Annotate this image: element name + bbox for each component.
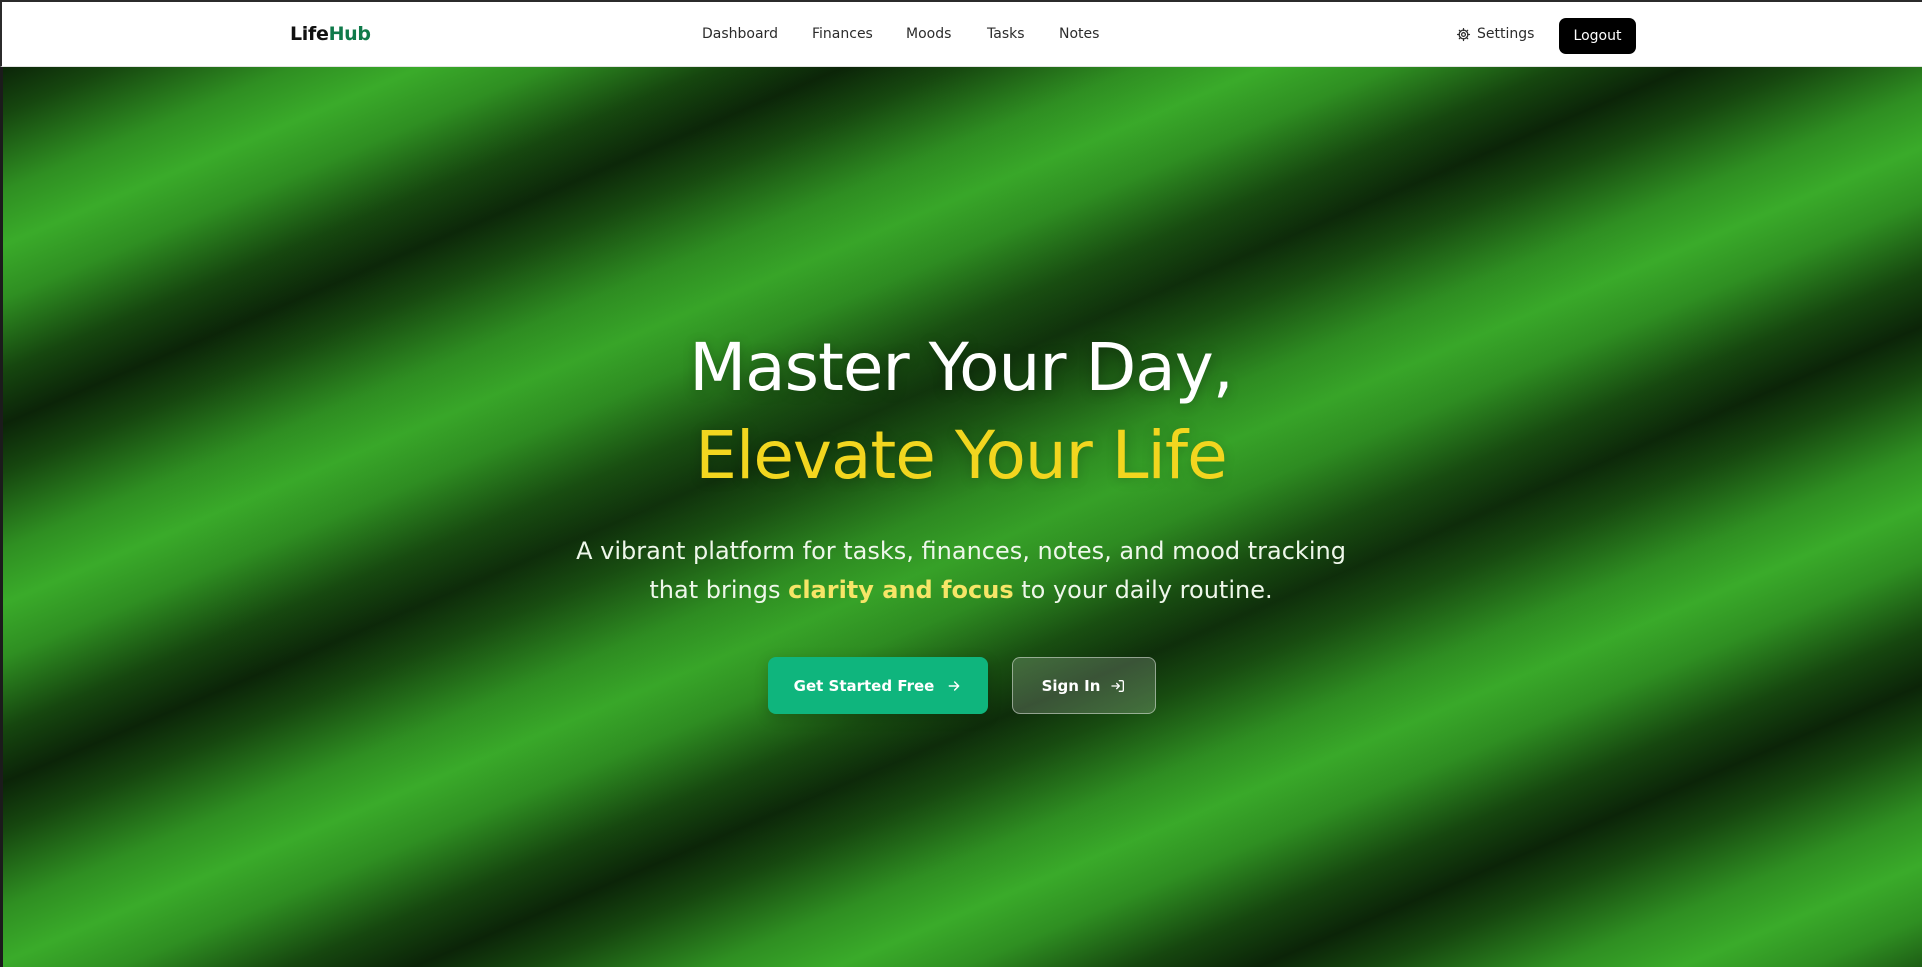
sign-in-button[interactable]: Sign In <box>1012 657 1156 714</box>
nav-link-notes[interactable]: Notes <box>1059 26 1099 42</box>
hero-section: Master Your Day, Elevate Your Life A vib… <box>0 67 1922 967</box>
hero-headline-line2: Elevate Your Life <box>695 417 1227 494</box>
nav-link-dashboard[interactable]: Dashboard <box>702 26 778 42</box>
sign-in-icon <box>1111 679 1125 692</box>
nav-link-moods[interactable]: Moods <box>906 26 951 42</box>
settings-label: Settings <box>1477 26 1535 42</box>
get-started-button[interactable]: Get Started Free <box>768 657 988 714</box>
hero-subtext-end: to your daily routine. <box>1013 576 1273 604</box>
sign-in-label: Sign In <box>1041 676 1101 695</box>
arrow-right-icon <box>948 680 960 691</box>
settings-link[interactable]: Settings <box>1456 26 1534 42</box>
gear-icon <box>1456 27 1471 41</box>
hero-headline: Master Your Day, Elevate Your Life <box>0 324 1922 500</box>
nav-link-tasks[interactable]: Tasks <box>987 26 1025 42</box>
logout-button[interactable]: Logout <box>1559 18 1636 54</box>
nav-link-finances[interactable]: Finances <box>812 26 873 42</box>
hero-headline-line1: Master Your Day, <box>689 329 1234 406</box>
get-started-label: Get Started Free <box>793 676 935 695</box>
hero-subtext-highlight: clarity and focus <box>788 576 1014 604</box>
hero-subtext: A vibrant platform for tasks, finances, … <box>560 532 1362 610</box>
top-navbar: LifeHub Dashboard Finances Moods Tasks N… <box>0 0 1922 67</box>
